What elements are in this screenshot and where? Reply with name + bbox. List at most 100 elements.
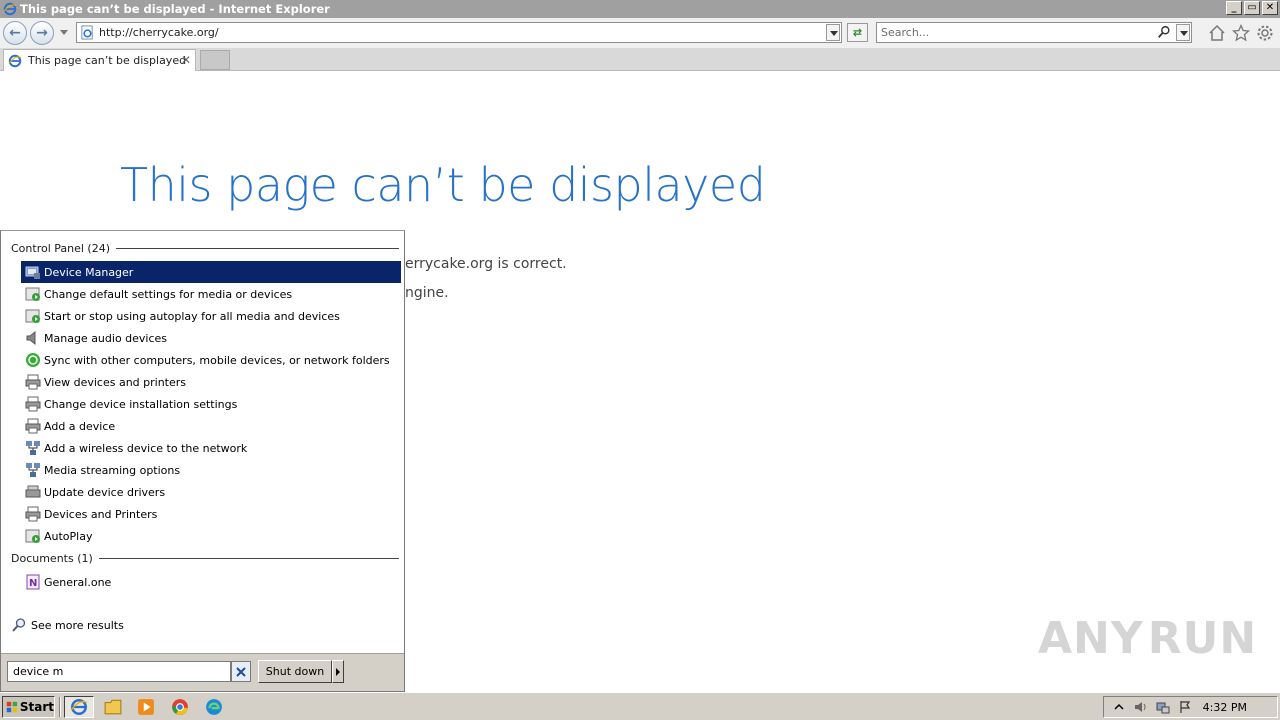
tab-active[interactable]: This page can’t be displayed ✕ [3, 49, 196, 71]
show-hidden-icons-icon[interactable] [1112, 700, 1126, 714]
taskbar-internet-explorer[interactable] [64, 696, 94, 718]
result-label: Start or stop using autoplay for all med… [44, 309, 340, 323]
printer-icon [25, 396, 41, 412]
result-sync-center[interactable]: Sync with other computers, mobile device… [21, 349, 401, 371]
forward-arrow-icon: → [36, 25, 48, 41]
result-label: Update device drivers [44, 485, 166, 499]
home-icon[interactable] [1208, 24, 1226, 42]
result-device-manager[interactable]: Device Manager [21, 261, 401, 283]
taskbar-edge[interactable] [199, 696, 229, 718]
result-label: General.one [44, 575, 112, 589]
sync-center-icon [26, 353, 40, 367]
result-add-wireless-device[interactable]: Add a wireless device to the network [21, 437, 401, 459]
result-device-installation-settings[interactable]: Change device installation settings [21, 393, 401, 415]
back-arrow-icon: ← [9, 25, 21, 41]
quick-launch-separator [59, 697, 61, 717]
start-search-input[interactable]: device m [7, 661, 231, 682]
minimize-button[interactable]: _ [1226, 1, 1242, 15]
start-menu-footer: device m Shut down [1, 653, 404, 691]
result-general-one[interactable]: N General.one [21, 571, 401, 593]
internet-explorer-icon [3, 2, 17, 16]
taskbar-media-player[interactable] [131, 696, 161, 718]
shut-down-button[interactable]: Shut down [258, 660, 332, 683]
start-button[interactable]: Start [2, 696, 55, 718]
see-more-results-link[interactable]: See more results [11, 617, 124, 633]
result-add-device[interactable]: Add a device [21, 415, 401, 437]
result-devices-and-printers[interactable]: Devices and Printers [21, 503, 401, 525]
result-label: View devices and printers [44, 375, 187, 389]
autoplay-icon [25, 309, 40, 323]
result-autoplay[interactable]: AutoPlay [21, 525, 401, 547]
internet-explorer-icon [8, 54, 22, 67]
result-label: Change default settings for media or dev… [44, 287, 293, 301]
start-menu: Control Panel (24) Device Manager Change… [0, 230, 405, 692]
result-label: AutoPlay [44, 529, 93, 543]
search-placeholder[interactable]: Search... [881, 26, 929, 39]
new-tab-button[interactable] [200, 50, 230, 70]
result-label: Sync with other computers, mobile device… [44, 353, 390, 367]
folder-icon [104, 699, 122, 715]
action-center-flag-icon[interactable] [1178, 700, 1192, 714]
clock[interactable]: 4:32 PM [1203, 701, 1247, 714]
printer-icon [25, 506, 41, 522]
group-label: Control Panel (24) [11, 242, 111, 255]
error-line-2: ngine. [405, 285, 449, 301]
address-bar[interactable]: http://cherrycake.org/ [76, 22, 842, 43]
result-label: Media streaming options [44, 463, 181, 477]
watermark-left-text: ANY [1038, 612, 1144, 664]
onenote-icon: N [26, 574, 40, 590]
favorites-star-icon[interactable] [1232, 24, 1250, 42]
group-header-control-panel: Control Panel (24) [11, 242, 399, 255]
search-dropdown-button[interactable] [1176, 24, 1190, 41]
taskbar: Start 4:32 PM [0, 692, 1280, 720]
page-icon [81, 25, 93, 40]
taskbar-chrome[interactable] [165, 696, 195, 718]
result-update-drivers[interactable]: Update device drivers [21, 481, 401, 503]
printer-icon [25, 418, 41, 434]
tab-label: This page can’t be displayed [28, 54, 187, 67]
restore-button[interactable]: ▭ [1244, 1, 1260, 15]
speaker-icon [26, 330, 36, 346]
result-change-default-media[interactable]: Change default settings for media or dev… [21, 283, 401, 305]
result-media-streaming[interactable]: Media streaming options [21, 459, 401, 481]
autoplay-icon [25, 287, 40, 301]
device-manager-icon [25, 266, 40, 279]
group-header-documents: Documents (1) [11, 552, 399, 565]
address-dropdown-button[interactable] [826, 24, 840, 41]
search-icon[interactable] [1157, 25, 1171, 39]
volume-icon[interactable] [1134, 700, 1148, 714]
back-button[interactable]: ← [3, 21, 27, 45]
tab-close-icon[interactable]: ✕ [181, 53, 191, 67]
refresh-button[interactable]: ⇄ [847, 23, 868, 42]
result-manage-audio[interactable]: Manage audio devices [21, 327, 401, 349]
result-view-devices-printers[interactable]: View devices and printers [21, 371, 401, 393]
shut-down-options-arrow[interactable] [332, 660, 344, 683]
settings-gear-icon[interactable] [1256, 24, 1274, 42]
taskbar-file-explorer[interactable] [98, 696, 128, 718]
window-title-bar[interactable]: This page can’t be displayed - Internet … [0, 0, 1280, 18]
tab-row: This page can’t be displayed ✕ [0, 48, 1280, 71]
group-divider [98, 558, 399, 559]
windows-logo-icon [6, 701, 18, 713]
recent-pages-dropdown-icon[interactable] [60, 30, 68, 35]
error-heading: This page can’t be displayed [120, 158, 766, 212]
result-label: Manage audio devices [44, 331, 168, 345]
result-label: Add a wireless device to the network [44, 441, 248, 455]
group-label: Documents (1) [11, 552, 93, 565]
navigation-bar: ← → http://cherrycake.org/ ⇄ Search... [0, 18, 1280, 48]
close-button[interactable]: ✕ [1262, 1, 1278, 15]
window-title: This page can’t be displayed - Internet … [20, 2, 330, 16]
search-box[interactable]: Search... [876, 22, 1192, 43]
watermark-right-text: RUN [1147, 612, 1258, 664]
forward-button[interactable]: → [30, 21, 54, 45]
chrome-icon [172, 699, 188, 715]
result-autoplay-toggle[interactable]: Start or stop using autoplay for all med… [21, 305, 401, 327]
printer-icon [25, 374, 41, 390]
address-url[interactable]: http://cherrycake.org/ [99, 26, 219, 39]
result-label: Device Manager [44, 265, 134, 279]
clear-search-button[interactable] [231, 661, 251, 682]
device-manager-icon [25, 485, 41, 498]
edge-icon [206, 699, 222, 715]
network-status-icon[interactable] [1156, 700, 1170, 714]
media-player-icon [138, 699, 154, 715]
